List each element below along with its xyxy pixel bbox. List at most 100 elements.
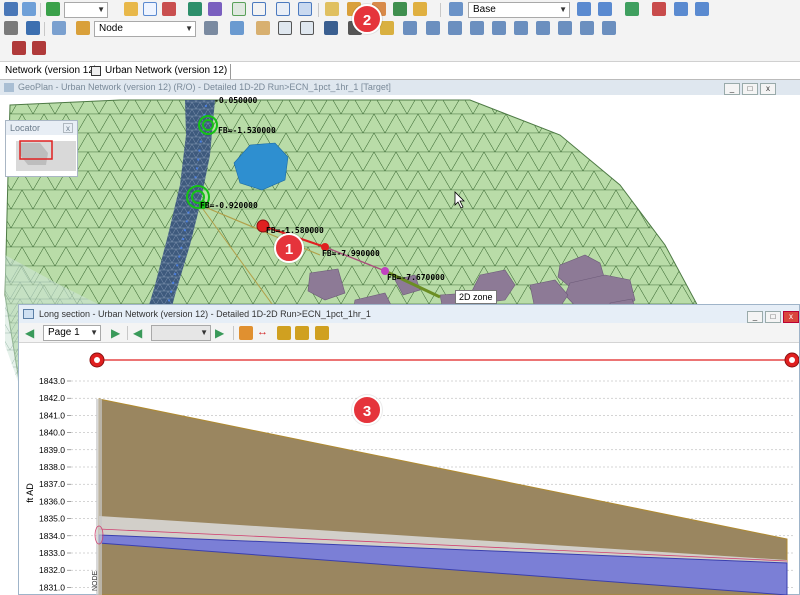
select-area-icon[interactable] <box>514 21 528 35</box>
tab-urban-network[interactable]: Urban Network (version 12) <box>102 64 232 79</box>
y-tick-label: 1841.0 <box>39 410 65 420</box>
select-icon[interactable] <box>124 2 138 16</box>
toolbar-separator <box>40 3 41 17</box>
node-label: NODE <box>92 570 99 591</box>
locator-panel: Locator x <box>5 120 78 177</box>
layers-icon[interactable] <box>4 21 18 35</box>
table-options-icon[interactable] <box>295 326 309 340</box>
wand-icon[interactable] <box>325 2 339 16</box>
polygon-icon[interactable] <box>558 21 572 35</box>
flood-label: FB=-0.920000 <box>200 201 258 210</box>
toolbar-separator <box>44 22 45 36</box>
locator-close-button[interactable]: x <box>63 123 73 133</box>
maximize-button[interactable]: □ <box>742 83 758 95</box>
compare-icon[interactable] <box>577 2 591 16</box>
y-tick-label: 1840.0 <box>39 428 65 438</box>
node-combo[interactable]: Node ▼ <box>94 21 196 37</box>
results-icon[interactable] <box>208 2 222 16</box>
minimize-button[interactable]: _ <box>724 83 740 95</box>
cube-icon[interactable] <box>393 2 407 16</box>
grid-options-icon[interactable] <box>277 326 291 340</box>
step-badge-1: 1 <box>274 233 304 263</box>
theme-icon[interactable] <box>232 2 246 16</box>
timestep-combo[interactable]: ▼ <box>151 325 211 341</box>
minimize-button[interactable]: _ <box>747 311 763 323</box>
flood-label: -0.050000 <box>214 96 258 105</box>
blank-combo-1[interactable]: ▼ <box>64 2 108 18</box>
filter-icon[interactable] <box>492 21 506 35</box>
ruler-icon[interactable] <box>52 21 66 35</box>
y-axis-label: ft AD <box>25 483 35 503</box>
toolbar-row-3 <box>0 38 800 58</box>
connected-icon[interactable] <box>470 21 484 35</box>
boundary-icon[interactable] <box>536 21 550 35</box>
close-button[interactable]: x <box>760 83 776 95</box>
open-icon[interactable] <box>22 2 36 16</box>
profile-icon[interactable] <box>239 326 253 340</box>
y-tick-label: 1831.0 <box>39 582 65 592</box>
chevron-down-icon: ▼ <box>97 5 105 14</box>
pan-hand-icon[interactable] <box>256 21 270 35</box>
zoom-out-icon[interactable] <box>300 21 314 35</box>
previous-icon[interactable]: ◀ <box>133 326 142 340</box>
y-tick-label: 1842.0 <box>39 393 65 403</box>
save-icon[interactable] <box>4 2 18 16</box>
mesh-icon[interactable] <box>580 21 594 35</box>
network-select-icon[interactable] <box>143 2 157 16</box>
toolbar-separator <box>233 326 234 340</box>
toolbar-separator <box>127 326 128 340</box>
run-icon[interactable] <box>188 2 202 16</box>
flood-label: FB=-1.530000 <box>218 126 276 135</box>
chevron-down-icon: ▼ <box>559 5 567 14</box>
tools-icon[interactable] <box>674 2 688 16</box>
long-section-window: Long section - Urban Network (version 12… <box>18 304 800 595</box>
north-arrow-icon[interactable] <box>26 21 40 35</box>
package-icon[interactable] <box>413 2 427 16</box>
report-grid-icon[interactable] <box>12 41 26 55</box>
page-combo[interactable]: Page 1 ▼ <box>43 325 101 341</box>
close-button[interactable]: x <box>783 311 799 323</box>
table-grid-icon[interactable] <box>32 41 46 55</box>
zoom-extent-icon[interactable] <box>324 21 338 35</box>
network-icon <box>91 66 101 76</box>
long-section-icon <box>23 309 34 319</box>
maximize-button[interactable]: □ <box>765 311 781 323</box>
locator-map[interactable] <box>6 135 79 177</box>
y-tick-label: 1832.0 <box>39 565 65 575</box>
trace-icon[interactable] <box>448 21 462 35</box>
grid-icon[interactable] <box>276 2 290 16</box>
measure-icon[interactable]: ↔ <box>257 326 268 338</box>
scenario-icon[interactable] <box>449 2 463 16</box>
base-combo-value: Base <box>473 4 496 15</box>
upstream-icon[interactable] <box>403 21 417 35</box>
downstream-icon[interactable] <box>426 21 440 35</box>
merge-icon[interactable] <box>695 2 709 16</box>
next-page-icon[interactable]: ▶ <box>111 326 120 340</box>
object-type-icon[interactable] <box>76 21 90 35</box>
export-icon[interactable] <box>602 21 616 35</box>
toolbar-separator <box>440 3 441 17</box>
base-combo[interactable]: Base ▼ <box>468 2 570 18</box>
chart-options-icon[interactable] <box>315 326 329 340</box>
first-page-icon[interactable]: ◀ <box>25 326 34 340</box>
text-icon[interactable] <box>598 2 612 16</box>
geoplan-window-buttons: _ □ x <box>722 81 776 96</box>
label-icon[interactable] <box>380 21 394 35</box>
chart-icon[interactable] <box>625 2 639 16</box>
zoom-in-icon[interactable] <box>278 21 292 35</box>
next-icon[interactable]: ▶ <box>215 326 224 340</box>
flag-icon[interactable] <box>162 2 176 16</box>
report-icon[interactable] <box>652 2 666 16</box>
tab-network[interactable]: Network (version 12) <box>2 64 100 79</box>
graph-icon[interactable] <box>252 2 266 16</box>
long-section-title-bar: Long section - Urban Network (version 12… <box>19 305 799 323</box>
edit-pencil-icon[interactable] <box>46 2 60 16</box>
pen-icon[interactable] <box>230 21 244 35</box>
y-tick-label: 1833.0 <box>39 548 65 558</box>
y-axis: 1843.0 1842.0 1841.0 1840.0 1839.0 1838.0 1837… <box>39 376 71 592</box>
table-icon[interactable] <box>298 2 312 16</box>
properties-icon[interactable] <box>204 21 218 35</box>
flood-label: FB=-7.990000 <box>322 249 380 258</box>
long-section-plot[interactable]: 1843.0 1842.0 1841.0 1840.0 1839.0 1838.0 1837… <box>19 343 799 595</box>
long-section-title: Long section - Urban Network (version 12… <box>39 309 371 319</box>
